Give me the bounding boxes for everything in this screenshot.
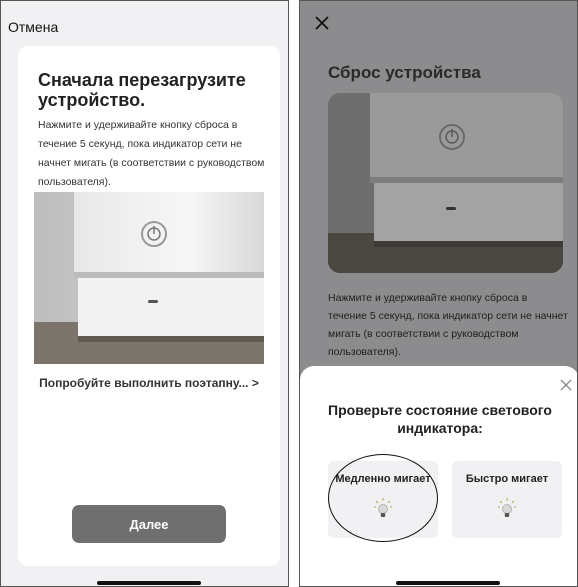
cancel-link[interactable]: Отмена	[8, 19, 58, 35]
highlight-annotation	[328, 454, 438, 542]
step-by-step-link[interactable]: Попробуйте выполнить поэтапну... >	[18, 376, 280, 390]
option-label: Быстро мигает	[465, 473, 549, 485]
step-by-step-label: Попробуйте выполнить поэтапну...	[39, 376, 249, 390]
sheet-title: Проверьте состояние светового индикатора…	[328, 402, 552, 436]
instruction-text: Нажмите и удерживайте кнопку сброса в те…	[328, 292, 568, 358]
close-icon[interactable]	[560, 379, 572, 391]
close-icon[interactable]	[314, 15, 330, 31]
bulb-icon	[498, 498, 516, 517]
chevron-right-icon: >	[251, 376, 259, 390]
home-indicator	[396, 581, 500, 585]
indicator-status-sheet: Проверьте состояние светового индикатора…	[300, 366, 577, 586]
next-button[interactable]: Далее	[72, 505, 226, 543]
home-indicator	[97, 581, 201, 585]
device-photo	[328, 93, 563, 273]
instruction-text: Нажмите и удерживайте кнопку сброса в те…	[38, 119, 265, 188]
page-title: Сначала перезагрузите устройство.	[38, 70, 246, 110]
page-title: Сброс устройства	[328, 63, 481, 82]
option-fast-blink[interactable]: Быстро мигает	[452, 461, 562, 538]
device-photo	[34, 192, 264, 364]
instruction-card: Сначала перезагрузите устройство. Нажмит…	[18, 46, 280, 566]
reset-screen: Сброс устройства Нажмите и удерживайте к…	[299, 0, 578, 587]
reboot-screen: Отмена Сначала перезагрузите устройство.…	[0, 0, 289, 587]
